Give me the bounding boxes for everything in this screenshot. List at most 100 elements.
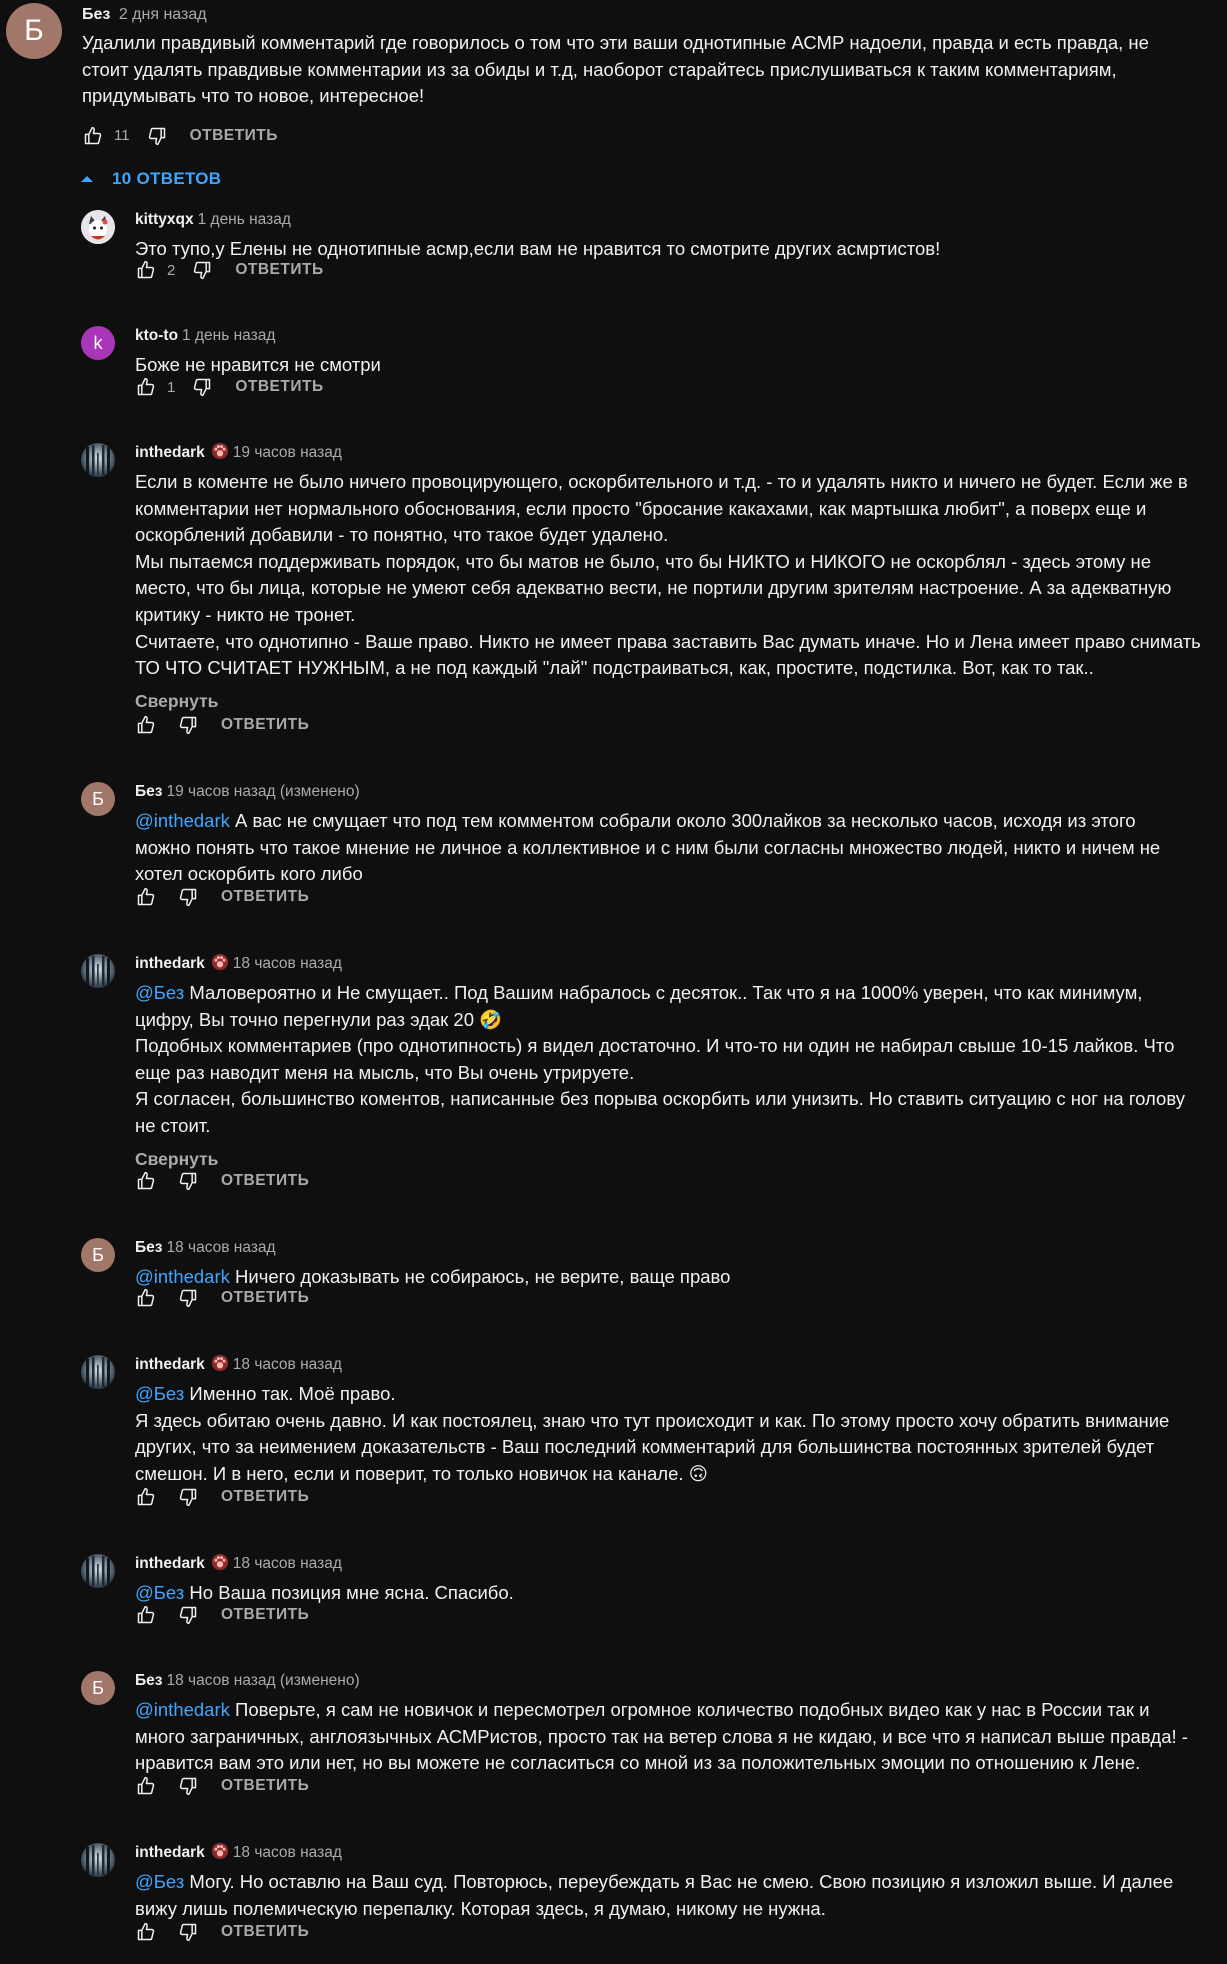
like-button[interactable] bbox=[135, 1921, 157, 1943]
like-count: 11 bbox=[114, 127, 130, 145]
reply-text-content: Маловероятно и Не смущает.. Под Вашим на… bbox=[135, 982, 1186, 1136]
comment-author[interactable]: inthedark bbox=[135, 1555, 205, 1572]
comment-time[interactable]: 2 дня назад bbox=[119, 6, 207, 23]
reply-button[interactable]: ОТВЕТИТЬ bbox=[221, 1606, 309, 1624]
thumb-down-icon bbox=[179, 1777, 197, 1796]
reply-text-content: Именно так. Моё право. Я здесь обитаю оч… bbox=[135, 1383, 1170, 1484]
comment-time[interactable]: 18 часов назад bbox=[233, 1844, 342, 1861]
avatar[interactable]: k bbox=[81, 326, 115, 360]
like-button[interactable] bbox=[135, 259, 157, 281]
comment-actions: ОТВЕТИТЬ bbox=[135, 1914, 309, 1950]
comment-time[interactable]: 18 часов назад bbox=[233, 1555, 342, 1572]
mention-link[interactable]: @Без bbox=[135, 982, 184, 1003]
comment-time[interactable]: 18 часов назад bbox=[166, 1239, 275, 1256]
dislike-button[interactable] bbox=[177, 1775, 199, 1797]
comment-author[interactable]: inthedark bbox=[135, 1356, 205, 1373]
reply-button[interactable]: ОТВЕТИТЬ bbox=[235, 261, 323, 279]
caret-up-icon bbox=[81, 176, 93, 182]
dislike-button[interactable] bbox=[177, 1921, 199, 1943]
avatar[interactable] bbox=[81, 954, 115, 988]
dislike-button[interactable] bbox=[177, 1486, 199, 1508]
avatar[interactable] bbox=[81, 1355, 115, 1389]
dislike-button[interactable] bbox=[177, 714, 199, 736]
comment-author[interactable]: kittyxqx bbox=[135, 211, 194, 228]
like-button[interactable] bbox=[82, 125, 104, 147]
like-button[interactable] bbox=[135, 1604, 157, 1626]
thumb-up-icon bbox=[84, 126, 102, 145]
mention-link[interactable]: @inthedark bbox=[135, 1699, 230, 1720]
dislike-button[interactable] bbox=[177, 1604, 199, 1626]
like-button[interactable] bbox=[135, 1775, 157, 1797]
avatar[interactable]: Б bbox=[81, 1671, 115, 1705]
thumb-down-icon bbox=[179, 1923, 197, 1942]
avatar[interactable]: Б bbox=[6, 3, 62, 59]
comment-actions: ОТВЕТИТЬ bbox=[135, 1163, 309, 1199]
mention-link[interactable]: @Без bbox=[135, 1383, 184, 1404]
avatar[interactable] bbox=[81, 210, 115, 244]
avatar-forest-icon bbox=[81, 443, 115, 477]
comment-time[interactable]: 19 часов назад (изменено) bbox=[166, 783, 359, 800]
comment-time[interactable]: 18 часов назад (изменено) bbox=[166, 1672, 359, 1689]
reply-button[interactable]: ОТВЕТИТЬ bbox=[221, 1777, 309, 1795]
dislike-button[interactable] bbox=[191, 376, 213, 398]
comment-time[interactable]: 19 часов назад bbox=[233, 444, 342, 461]
avatar[interactable] bbox=[81, 443, 115, 477]
reply-button[interactable]: ОТВЕТИТЬ bbox=[221, 1488, 309, 1506]
avatar[interactable] bbox=[81, 1843, 115, 1877]
like-button[interactable] bbox=[135, 1287, 157, 1309]
comment-author[interactable]: inthedark bbox=[135, 1844, 205, 1861]
comment-author[interactable]: kto-to bbox=[135, 327, 178, 344]
reply-button[interactable]: ОТВЕТИТЬ bbox=[221, 1923, 309, 1941]
mention-link[interactable]: @Без bbox=[135, 1871, 184, 1892]
like-button[interactable] bbox=[135, 886, 157, 908]
dislike-button[interactable] bbox=[177, 886, 199, 908]
thumb-down-icon bbox=[179, 1289, 197, 1308]
mention-link[interactable]: @inthedark bbox=[135, 810, 230, 831]
thumb-down-icon bbox=[179, 1606, 197, 1625]
dislike-button[interactable] bbox=[177, 1287, 199, 1309]
comment-time[interactable]: 1 день назад bbox=[182, 327, 275, 344]
thumb-down-icon bbox=[179, 716, 197, 735]
comment-author[interactable]: Без bbox=[135, 1672, 162, 1689]
comment-author[interactable]: Без bbox=[82, 6, 110, 23]
thumb-down-icon bbox=[179, 1488, 197, 1507]
thumb-up-icon bbox=[137, 1171, 155, 1190]
comment-author[interactable]: Без bbox=[135, 1239, 162, 1256]
thumb-up-icon bbox=[137, 260, 155, 279]
avatar[interactable] bbox=[81, 1554, 115, 1588]
replies-toggle[interactable]: 10 ОТВЕТОВ bbox=[80, 167, 221, 191]
avatar-kitty-icon bbox=[81, 210, 115, 244]
reply-button[interactable]: ОТВЕТИТЬ bbox=[221, 1172, 309, 1190]
reply-button[interactable]: ОТВЕТИТЬ bbox=[235, 378, 323, 396]
comment-body: inthedark 18 часов назад @Без Маловероятно… bbox=[135, 951, 1220, 1172]
reply-button[interactable]: ОТВЕТИТЬ bbox=[221, 716, 309, 734]
avatar[interactable]: Б bbox=[81, 782, 115, 816]
member-badge-icon bbox=[211, 1354, 228, 1372]
thumb-down-icon bbox=[194, 261, 211, 280]
comment-header: inthedark 18 часов назад bbox=[135, 951, 1220, 977]
comment-author[interactable]: inthedark bbox=[135, 955, 205, 972]
thumb-down-icon bbox=[179, 888, 197, 907]
comment-header: Без 18 часов назад (изменено) bbox=[135, 1668, 1220, 1694]
comment-text: @inthedark А вас не смущает что под тем … bbox=[135, 808, 1220, 888]
avatar[interactable]: Б bbox=[81, 1238, 115, 1272]
comment-actions: ОТВЕТИТЬ bbox=[135, 1280, 309, 1316]
comment-author[interactable]: Без bbox=[135, 783, 162, 800]
reply-button[interactable]: ОТВЕТИТЬ bbox=[221, 1289, 309, 1307]
dislike-button[interactable] bbox=[177, 1170, 199, 1192]
dislike-button[interactable] bbox=[191, 259, 213, 281]
reply-text-content: Если в коменте не было ничего провоцирую… bbox=[135, 471, 1201, 679]
comment-author[interactable]: inthedark bbox=[135, 444, 205, 461]
comment-time[interactable]: 1 день назад bbox=[198, 211, 291, 228]
like-button[interactable] bbox=[135, 1486, 157, 1508]
dislike-button[interactable] bbox=[146, 125, 168, 147]
like-button[interactable] bbox=[135, 1170, 157, 1192]
comment-actions: ОТВЕТИТЬ bbox=[135, 879, 309, 915]
reply-button[interactable]: ОТВЕТИТЬ bbox=[190, 127, 278, 145]
like-button[interactable] bbox=[135, 714, 157, 736]
comment-time[interactable]: 18 часов назад bbox=[233, 1356, 342, 1373]
comment-time[interactable]: 18 часов назад bbox=[233, 955, 342, 972]
comment-actions: 1 ОТВЕТИТЬ bbox=[135, 369, 324, 405]
like-button[interactable] bbox=[135, 376, 157, 398]
reply-button[interactable]: ОТВЕТИТЬ bbox=[221, 888, 309, 906]
